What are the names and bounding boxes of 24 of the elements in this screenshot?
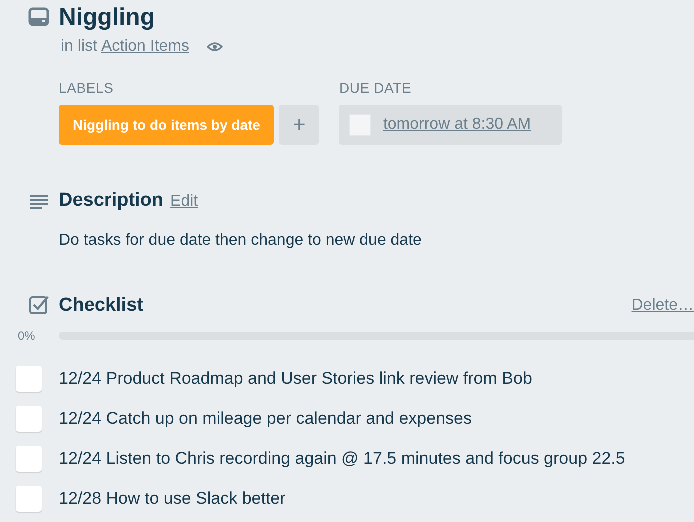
due-date-link[interactable]: tomorrow at 8:30 AM [383, 116, 532, 134]
item-checkbox[interactable] [16, 446, 42, 472]
item-checkbox[interactable] [16, 486, 42, 512]
checklist-item-text[interactable]: 12/24 Listen to Chris recording again @ 17.5 minutes and focus group 22.5 [59, 449, 626, 469]
due-checkbox[interactable] [349, 114, 372, 136]
checklist-item-text[interactable]: 12/28 How to use Slack better [59, 489, 286, 509]
due-date-badge[interactable]: tomorrow at 8:30 AM [339, 105, 562, 145]
list-prefix: in list [61, 38, 98, 56]
card-title: Niggling [59, 3, 156, 33]
checklist-heading: Checklist [59, 295, 144, 317]
description-text: Do tasks for due date then change to new due date [59, 232, 423, 250]
description-heading: Description [59, 190, 164, 212]
list-link[interactable]: Action Items [101, 38, 190, 56]
edit-link[interactable]: Edit [170, 193, 198, 211]
checklist-item-text[interactable]: 12/24 Catch up on mileage per calendar and expenses [59, 409, 472, 429]
delete-link[interactable]: Delete… [632, 297, 694, 315]
item-checkbox[interactable] [16, 406, 42, 432]
label-tag[interactable]: Niggling to do items by date [59, 105, 274, 145]
progress-percent: 0% [17, 329, 36, 343]
due-date-heading: DUE DATE [339, 80, 413, 96]
labels-heading: LABELS [59, 80, 115, 96]
checklist-item-text[interactable]: 12/24 Product Roadmap and User Stories link review from Bob [59, 369, 532, 389]
add-label-button[interactable]: + [279, 105, 320, 145]
item-checkbox[interactable] [16, 366, 42, 392]
